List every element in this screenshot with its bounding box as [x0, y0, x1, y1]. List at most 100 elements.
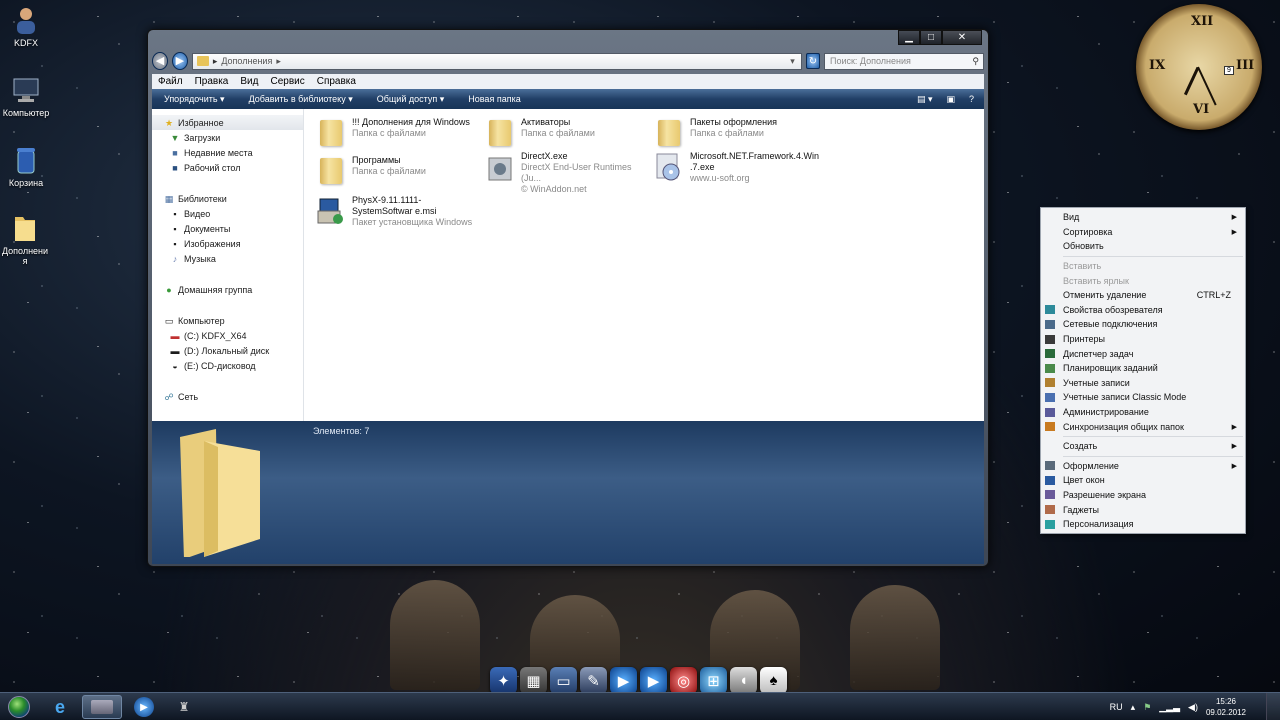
- desktop-icon: ■: [172, 162, 178, 173]
- context-menu-item[interactable]: Сетевые подключения: [1041, 317, 1245, 332]
- file-item[interactable]: !!! Дополнения для Windows Папка с файлам…: [316, 117, 481, 151]
- nav-favorites[interactable]: ★ Избранное: [152, 115, 303, 130]
- nav-homegroup[interactable]: ● Домашняя группа: [152, 282, 303, 297]
- add-to-library-button[interactable]: Добавить в библиотеку ▾: [237, 94, 365, 105]
- nav-item-video[interactable]: ▪ Видео: [152, 206, 303, 221]
- search-input[interactable]: Поиск: Дополнения ⚲: [823, 52, 984, 70]
- file-item[interactable]: Microsoft.NET.Framework.4.Win .7.exe www.…: [654, 151, 819, 191]
- nav-item-pictures[interactable]: ▪ Изображения: [152, 236, 303, 251]
- maximize-button[interactable]: □: [920, 30, 942, 45]
- file-item[interactable]: PhysX-9.11.1111-SystemSoftwar e.msi Пакет…: [316, 195, 481, 235]
- nav-item-recent[interactable]: ■ Недавние места: [152, 145, 303, 160]
- windows-icon[interactable]: ⊞: [700, 667, 727, 694]
- context-menu-item[interactable]: Администрирование: [1041, 405, 1245, 420]
- context-menu-item[interactable]: Планировщик заданий: [1041, 361, 1245, 376]
- media-player-icon[interactable]: ▶: [610, 667, 637, 694]
- nav-drive-c[interactable]: ▬ (C:) KDFX_X64: [152, 328, 303, 343]
- volume-icon[interactable]: ◀): [1188, 702, 1198, 713]
- context-menu-item[interactable]: Разрешение экрана: [1041, 488, 1245, 503]
- context-menu-item[interactable]: Персонализация: [1041, 517, 1245, 532]
- media-player-taskbar-icon[interactable]: ▶: [124, 695, 164, 719]
- menu-item-icon: [1045, 490, 1055, 500]
- context-menu-item[interactable]: Отменить удаление CTRL+Z: [1041, 288, 1245, 303]
- context-menu-item[interactable]: Цвет окон: [1041, 473, 1245, 488]
- nav-item-downloads[interactable]: ▼ Загрузки: [152, 130, 303, 145]
- desktop-icon-recycle-bin[interactable]: Корзина: [0, 144, 52, 188]
- preview-pane-icon[interactable]: ▣: [946, 94, 955, 105]
- browser-icon[interactable]: ◎: [670, 667, 697, 694]
- start-button[interactable]: [4, 693, 34, 720]
- network-icon[interactable]: ▭: [550, 667, 577, 694]
- context-menu-item[interactable]: Создать ▶: [1041, 439, 1245, 454]
- context-menu-item[interactable]: Сортировка ▶: [1041, 225, 1245, 240]
- context-menu-item[interactable]: Оформление ▶: [1041, 459, 1245, 474]
- new-folder-button[interactable]: Новая папка: [456, 94, 532, 104]
- context-menu-item[interactable]: Свойства обозревателя: [1041, 303, 1245, 318]
- tray-arrow-icon[interactable]: ▴: [1131, 702, 1136, 713]
- address-bar[interactable]: ▸ Дополнения ▸ ▾: [191, 52, 802, 70]
- clock-gadget[interactable]: XII III VI IX 9: [1136, 4, 1262, 130]
- context-menu-item[interactable]: Учетные записи Classic Mode: [1041, 390, 1245, 405]
- context-menu-item[interactable]: Учетные записи: [1041, 376, 1245, 391]
- organize-button[interactable]: Упорядочить ▾: [152, 94, 237, 105]
- nav-item-documents[interactable]: ▪ Документы: [152, 221, 303, 236]
- tray-clock[interactable]: 15:26 09.02.2012: [1206, 696, 1246, 718]
- submenu-arrow-icon: ▶: [1231, 228, 1237, 236]
- menu-view[interactable]: Вид: [240, 76, 258, 87]
- calculator-icon[interactable]: ▦: [520, 667, 547, 694]
- nav-item-desktop[interactable]: ■ Рабочий стол: [152, 160, 303, 175]
- nav-libraries[interactable]: ▦ Библиотеки: [152, 191, 303, 206]
- share-button[interactable]: Общий доступ ▾: [365, 94, 457, 105]
- menu-help[interactable]: Справка: [317, 76, 356, 87]
- game-taskbar-icon[interactable]: ♜: [164, 695, 204, 719]
- explorer-taskbar-icon[interactable]: [82, 695, 122, 719]
- internet-explorer-icon[interactable]: e: [40, 695, 80, 719]
- context-menu-item[interactable]: Гаджеты: [1041, 502, 1245, 517]
- mouse-icon[interactable]: ◖: [730, 667, 757, 694]
- menu-edit[interactable]: Правка: [195, 76, 229, 87]
- computer-icon: ▭: [164, 315, 174, 326]
- view-options-icon[interactable]: ▤ ▾: [917, 94, 933, 105]
- submenu-arrow-icon: ▶: [1231, 462, 1237, 470]
- file-item[interactable]: Пакеты оформления Папка с файлами: [654, 117, 819, 151]
- menu-file[interactable]: Файл: [158, 76, 183, 87]
- menu-item-icon: [1045, 519, 1055, 529]
- forward-button[interactable]: ▶: [171, 52, 188, 70]
- context-menu-item[interactable]: Обновить: [1041, 239, 1245, 254]
- address-dropdown-icon[interactable]: ▾: [790, 56, 801, 67]
- context-menu-item[interactable]: Синхронизация общих папок ▶: [1041, 419, 1245, 434]
- nav-computer[interactable]: ▭ Компьютер: [152, 313, 303, 328]
- context-menu-item[interactable]: Вид ▶: [1041, 210, 1245, 225]
- desktop-icon-user[interactable]: KDFX: [0, 4, 52, 48]
- context-menu-item[interactable]: Принтеры: [1041, 332, 1245, 347]
- minimize-button[interactable]: ▁: [898, 30, 920, 45]
- media-center-icon[interactable]: ▶: [640, 667, 667, 694]
- signal-icon[interactable]: ▁▂▃: [1159, 702, 1180, 713]
- breadcrumb-current[interactable]: Дополнения: [221, 56, 272, 66]
- close-button[interactable]: ✕: [942, 30, 982, 45]
- downloads-icon: ▼: [170, 132, 180, 143]
- refresh-icon[interactable]: ↻: [805, 53, 820, 69]
- menu-tools[interactable]: Сервис: [270, 76, 304, 87]
- back-button[interactable]: ◀: [152, 52, 168, 70]
- file-item[interactable]: Программы Папка с файлами: [316, 155, 481, 189]
- nav-drive-e[interactable]: ◒ (E:) CD-дисковод: [152, 358, 303, 373]
- context-menu-item[interactable]: Диспетчер задач: [1041, 346, 1245, 361]
- show-desktop-button[interactable]: [1266, 693, 1280, 720]
- nav-item-music[interactable]: ♪ Музыка: [152, 251, 303, 266]
- help-icon[interactable]: ?: [969, 94, 974, 105]
- nav-network[interactable]: ☍ Сеть: [152, 389, 303, 404]
- file-item[interactable]: DirectX.exe DirectX End-User Runtimes (Ju…: [485, 151, 650, 194]
- tray-time: 15:26: [1215, 697, 1236, 706]
- dock-app-icon[interactable]: ✦: [490, 667, 517, 694]
- solitaire-icon[interactable]: ♠: [760, 667, 787, 694]
- desktop-icon-folder[interactable]: Дополнени я: [0, 212, 50, 266]
- language-indicator[interactable]: RU: [1110, 702, 1123, 712]
- flag-icon[interactable]: ⚑: [1143, 702, 1151, 713]
- desktop-icon-label: Дополнени я: [1, 246, 49, 266]
- tools-icon[interactable]: ✎: [580, 667, 607, 694]
- breadcrumb-arrow-icon[interactable]: ▸: [276, 56, 281, 67]
- file-item[interactable]: Активаторы Папка с файлами: [485, 117, 650, 151]
- desktop-icon-computer[interactable]: Компьютер: [0, 74, 52, 118]
- nav-drive-d[interactable]: ▬ (D:) Локальный диск: [152, 343, 303, 358]
